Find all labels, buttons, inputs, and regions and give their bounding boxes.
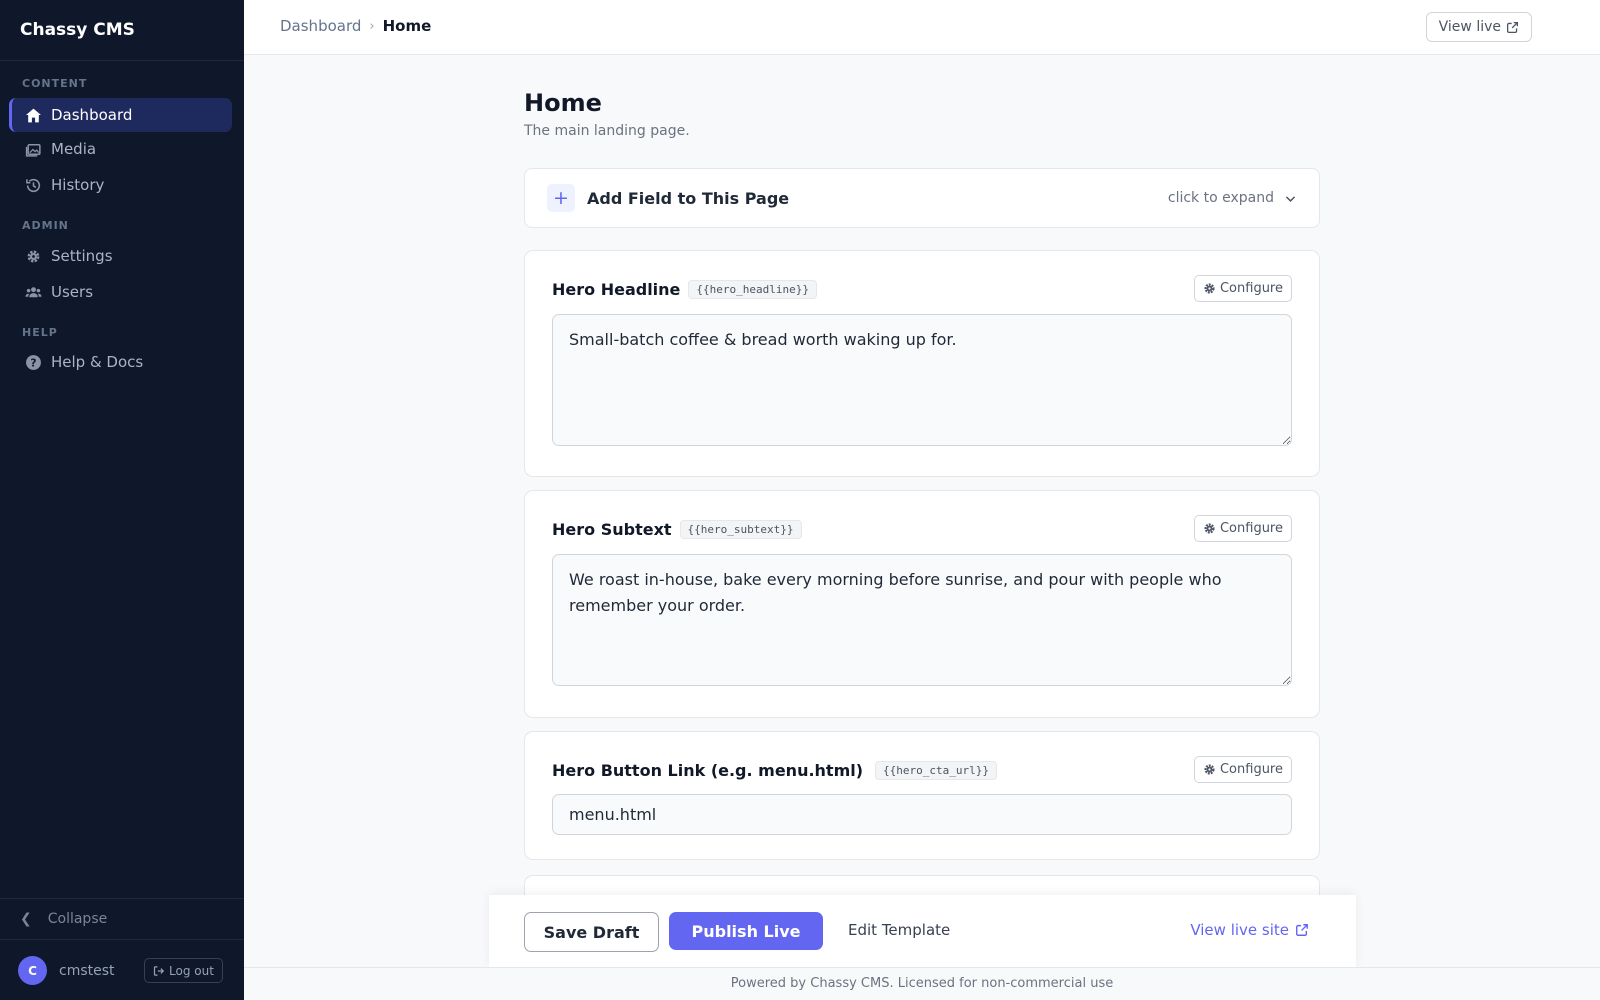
field-header: Hero Button Link (e.g. menu.html) {{hero…	[552, 756, 1292, 784]
breadcrumb: Dashboard › Home	[280, 17, 431, 35]
field-card-hero-subtext: Hero Subtext {{hero_subtext}} Configure …	[524, 490, 1320, 718]
breadcrumb-dashboard-link[interactable]: Dashboard	[280, 17, 361, 35]
chevron-down-icon	[1285, 195, 1296, 202]
configure-button[interactable]: Configure	[1193, 275, 1292, 302]
field-label: Hero Subtext	[552, 519, 672, 539]
sidebar-item-label: Dashboard	[51, 106, 133, 124]
sidebar-item-label: Media	[51, 140, 97, 158]
svg-text:?: ?	[30, 356, 36, 369]
breadcrumb-separator-icon: ›	[369, 18, 375, 34]
external-link-icon	[1296, 924, 1308, 936]
sidebar-item-label: Users	[51, 283, 94, 301]
view-live-site-label: View live site	[1190, 921, 1289, 939]
chevron-left-icon: ❮	[20, 911, 32, 927]
field-card-hero-headline: Hero Headline {{hero_headline}} Configur…	[524, 250, 1320, 477]
sidebar-item-label: Help & Docs	[51, 353, 144, 371]
gear-icon	[1204, 764, 1215, 775]
logout-icon	[153, 965, 165, 976]
section-label-content: CONTENT	[22, 77, 88, 90]
action-bar: Save Draft Publish Live Edit Template Vi…	[489, 895, 1356, 967]
edit-template-button[interactable]: Edit Template	[848, 921, 950, 939]
section-label-admin: ADMIN	[22, 219, 69, 232]
sidebar-item-media[interactable]: Media	[9, 132, 232, 166]
gear-icon	[1204, 523, 1215, 534]
gear-icon	[1204, 283, 1215, 294]
save-draft-button[interactable]: Save Draft	[524, 912, 659, 952]
field-token: {{hero_cta_url}}	[875, 760, 998, 780]
field-token: {{hero_headline}}	[688, 279, 817, 299]
sidebar-item-label: History	[51, 176, 105, 194]
hero-subtext-textarea[interactable]: We roast in-house, bake every morning be…	[552, 554, 1292, 686]
expand-hint: click to expand	[1168, 190, 1297, 206]
footer: Powered by Chassy CMS. Licensed for non-…	[244, 967, 1600, 1000]
sidebar-item-help-docs[interactable]: ? Help & Docs	[9, 345, 232, 379]
page-title: Home	[524, 89, 602, 117]
field-label: Hero Button Link (e.g. menu.html)	[552, 760, 864, 780]
history-icon	[24, 176, 42, 194]
user-bar: C cmstest Log out	[0, 939, 244, 1000]
configure-button[interactable]: Configure	[1193, 756, 1292, 783]
gear-icon	[24, 247, 42, 265]
avatar[interactable]: C	[18, 956, 47, 985]
sidebar-footer: ❮ Collapse C cmstest Log out	[0, 898, 244, 1000]
field-header: Hero Subtext {{hero_subtext}} Configure	[552, 515, 1292, 543]
add-field-panel[interactable]: + Add Field to This Page click to expand	[524, 168, 1320, 228]
configure-label: Configure	[1219, 521, 1283, 536]
view-live-site-link[interactable]: View live site	[1190, 921, 1309, 939]
breadcrumb-current: Home	[382, 17, 432, 35]
configure-label: Configure	[1219, 281, 1283, 296]
publish-live-button[interactable]: Publish Live	[669, 912, 823, 950]
username: cmstest	[59, 962, 115, 979]
page-description: The main landing page.	[524, 123, 690, 139]
view-live-button[interactable]: View live	[1425, 12, 1532, 42]
images-icon	[24, 140, 42, 158]
hero-headline-textarea[interactable]: Small-batch coffee & bread worth waking …	[552, 314, 1292, 446]
sidebar-item-dashboard[interactable]: Dashboard	[9, 98, 232, 132]
collapse-label: Collapse	[47, 911, 108, 927]
sidebar-item-settings[interactable]: Settings	[9, 239, 232, 273]
sidebar: Chassy CMS CONTENT Dashboard Media Histo…	[0, 0, 244, 1000]
field-label: Hero Headline	[552, 279, 681, 299]
question-circle-icon: ?	[24, 353, 42, 371]
view-live-label: View live	[1438, 19, 1501, 35]
field-token: {{hero_subtext}}	[679, 519, 802, 539]
topbar: Dashboard › Home View live	[244, 0, 1600, 55]
hero-cta-url-input[interactable]	[552, 794, 1292, 835]
expand-hint-text: click to expand	[1167, 190, 1274, 206]
sidebar-item-users[interactable]: Users	[9, 275, 232, 309]
logout-button[interactable]: Log out	[144, 958, 223, 983]
home-icon	[24, 106, 42, 124]
app-logo[interactable]: Chassy CMS	[0, 0, 244, 61]
add-field-label: Add Field to This Page	[587, 188, 790, 208]
plus-icon: +	[547, 184, 575, 212]
field-card-hero-cta-url: Hero Button Link (e.g. menu.html) {{hero…	[524, 731, 1320, 860]
configure-button[interactable]: Configure	[1193, 515, 1292, 542]
section-label-help: HELP	[22, 326, 58, 339]
collapse-sidebar-button[interactable]: ❮ Collapse	[0, 899, 244, 939]
field-header: Hero Headline {{hero_headline}} Configur…	[552, 275, 1292, 303]
users-icon	[24, 283, 42, 301]
configure-label: Configure	[1219, 762, 1283, 777]
sidebar-item-label: Settings	[51, 247, 113, 265]
logout-label: Log out	[169, 963, 214, 978]
sidebar-item-history[interactable]: History	[9, 168, 232, 202]
external-link-icon	[1506, 21, 1519, 33]
